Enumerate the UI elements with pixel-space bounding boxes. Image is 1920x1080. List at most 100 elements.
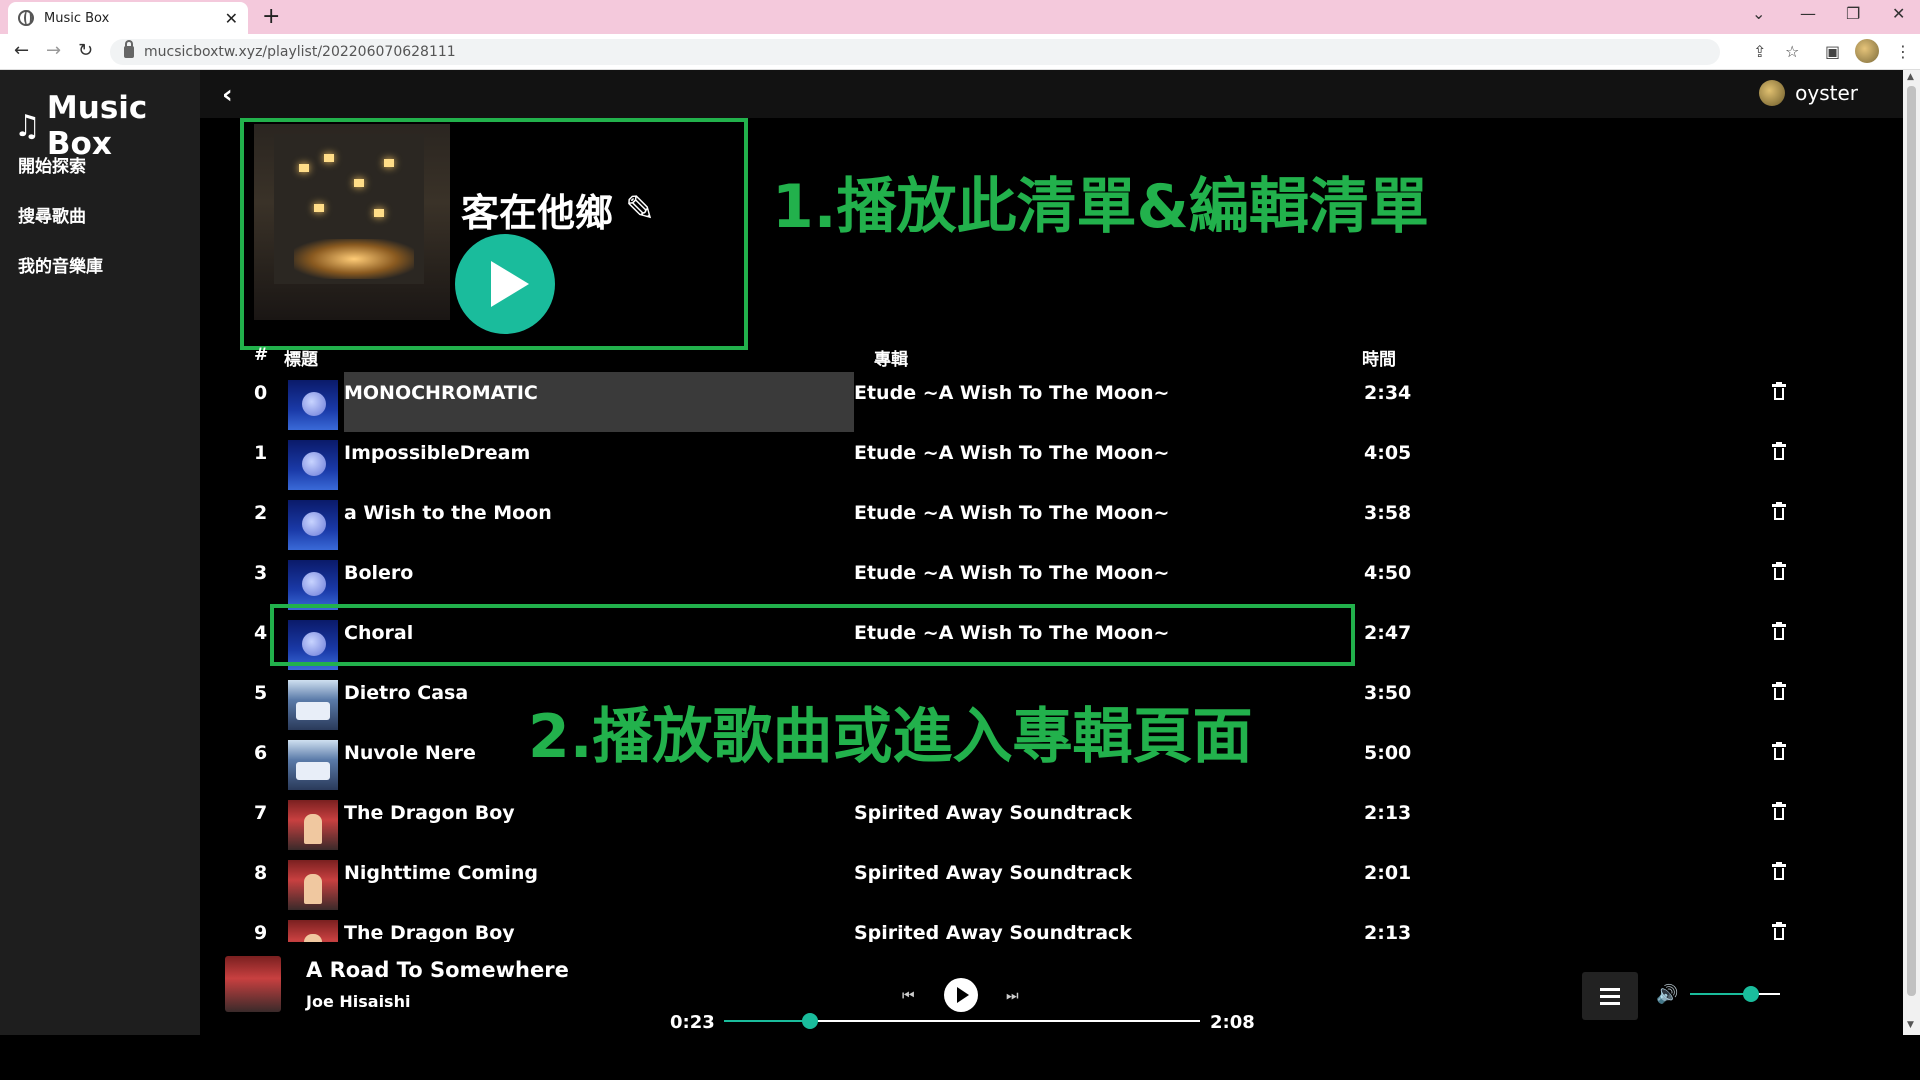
track-cover[interactable] (288, 860, 338, 910)
table-row[interactable]: 7 The Dragon Boy Spirited Away Soundtrack 2… (240, 792, 1800, 852)
trash-icon[interactable] (1772, 802, 1786, 820)
track-cover[interactable] (288, 740, 338, 790)
page-scrollbar[interactable]: ▲ ▼ (1903, 70, 1920, 1035)
reload-icon[interactable]: ↻ (78, 40, 93, 61)
now-playing-cover[interactable] (225, 956, 281, 1012)
back-arrow-icon[interactable]: ← (14, 40, 29, 61)
queue-list-button[interactable] (1582, 972, 1638, 1020)
table-row[interactable]: 2 a Wish to the Moon Etude ~A Wish To The … (240, 492, 1800, 552)
address-bar-row: ← → ↻ mucsicboxtw.xyz/playlist/202206070… (0, 34, 1920, 70)
track-album[interactable]: Spirited Away Soundtrack (854, 802, 1132, 824)
track-duration: 2:13 (1364, 922, 1412, 944)
track-index: 3 (254, 562, 268, 584)
scroll-down-arrow-icon[interactable]: ▼ (1907, 1020, 1914, 1030)
progress-knob[interactable] (801, 1013, 818, 1029)
scrollbar-thumb[interactable] (1907, 86, 1916, 996)
track-title[interactable]: The Dragon Boy (344, 922, 515, 944)
volume-fill (1690, 993, 1752, 995)
track-index: 1 (254, 442, 268, 464)
globe-icon (18, 10, 34, 26)
browser-tab[interactable]: Music Box ✕ (8, 2, 248, 34)
track-album[interactable]: Spirited Away Soundtrack (854, 922, 1132, 944)
user-menu[interactable]: oyster (1759, 80, 1858, 106)
sidebar-item-explore[interactable]: 開始探索 (18, 152, 86, 177)
bookmark-star-icon[interactable]: ☆ (1785, 42, 1799, 61)
track-title[interactable]: a Wish to the Moon (344, 502, 552, 524)
track-index: 9 (254, 922, 268, 944)
track-index: 6 (254, 742, 268, 764)
table-row[interactable]: 8 Nighttime Coming Spirited Away Soundtrac… (240, 852, 1800, 912)
restore-button[interactable]: ❐ (1846, 4, 1860, 23)
col-header-album: 專輯 (874, 350, 908, 370)
track-duration: 2:34 (1364, 382, 1412, 404)
track-cover[interactable] (288, 440, 338, 490)
tab-search-icon[interactable]: ⌄ (1752, 4, 1765, 23)
previous-track-icon[interactable]: ⏮ (902, 988, 915, 1004)
sidebar-item-library[interactable]: 我的音樂庫 (18, 252, 103, 277)
track-index: 5 (254, 682, 268, 704)
trash-icon[interactable] (1772, 562, 1786, 580)
table-row[interactable]: 3 Bolero Etude ~A Wish To The Moon~ 4:50 (240, 552, 1800, 612)
track-title[interactable]: Nuvole Nere (344, 742, 476, 764)
trash-icon[interactable] (1772, 862, 1786, 880)
table-row[interactable]: 0 MONOCHROMATIC Etude ~A Wish To The Moon~… (240, 372, 1800, 432)
now-playing-artist[interactable]: Joe Hisaishi (306, 992, 410, 1011)
trash-icon[interactable] (1772, 922, 1786, 940)
track-title[interactable]: Nighttime Coming (344, 862, 538, 884)
track-cover[interactable] (288, 800, 338, 850)
track-album[interactable]: Etude ~A Wish To The Moon~ (854, 502, 1169, 524)
col-header-time: 時間 (1362, 350, 1396, 370)
trash-icon[interactable] (1772, 682, 1786, 700)
trash-icon[interactable] (1772, 382, 1786, 400)
track-title[interactable]: MONOCHROMATIC (344, 382, 538, 404)
track-duration: 4:50 (1364, 562, 1412, 584)
col-header-index: # (254, 345, 269, 365)
url-bar[interactable]: mucsicboxtw.xyz/playlist/202206070628111 (110, 39, 1720, 65)
track-title[interactable]: Dietro Casa (344, 682, 468, 704)
back-chevron-icon[interactable]: ‹ (222, 80, 233, 110)
close-window-button[interactable]: ✕ (1892, 4, 1905, 23)
track-album[interactable]: Etude ~A Wish To The Moon~ (854, 442, 1169, 464)
track-title[interactable]: ImpossibleDream (344, 442, 530, 464)
track-title[interactable]: Bolero (344, 562, 413, 584)
annotation-label-2: 2.播放歌曲或進入專輯頁面 (528, 702, 1253, 772)
track-album[interactable]: Spirited Away Soundtrack (854, 862, 1132, 884)
tab-close-icon[interactable]: ✕ (225, 9, 238, 28)
sidebar: ♫ Music Box 開始探索 搜尋歌曲 我的音樂庫 (0, 70, 200, 1035)
trash-icon[interactable] (1772, 742, 1786, 760)
volume-slider[interactable] (1690, 986, 1780, 1002)
track-cover[interactable] (288, 500, 338, 550)
track-cover[interactable] (288, 560, 338, 610)
forward-arrow-icon[interactable]: → (46, 40, 61, 61)
bottom-strip (0, 1035, 1920, 1080)
track-index: 8 (254, 862, 268, 884)
volume-icon[interactable]: 🔊 (1656, 984, 1678, 1005)
list-icon (1600, 988, 1620, 991)
table-row[interactable]: 1 ImpossibleDream Etude ~A Wish To The Moo… (240, 432, 1800, 492)
next-track-icon[interactable]: ⏭ (1006, 988, 1019, 1004)
elapsed-time: 0:23 (670, 1012, 715, 1033)
trash-icon[interactable] (1772, 502, 1786, 520)
more-menu-icon[interactable]: ⋮ (1895, 42, 1911, 61)
browser-profile-avatar[interactable] (1855, 39, 1879, 63)
track-album[interactable]: Etude ~A Wish To The Moon~ (854, 562, 1169, 584)
trash-icon[interactable] (1772, 622, 1786, 640)
side-panel-icon[interactable]: ▣ (1825, 42, 1840, 61)
new-tab-button[interactable]: + (262, 4, 280, 29)
share-icon[interactable]: ⇪ (1753, 42, 1766, 61)
play-pause-button[interactable] (944, 978, 978, 1012)
now-playing-title[interactable]: A Road To Somewhere (306, 958, 569, 982)
track-album[interactable]: Etude ~A Wish To The Moon~ (854, 382, 1169, 404)
track-index: 2 (254, 502, 268, 524)
track-title[interactable]: The Dragon Boy (344, 802, 515, 824)
trash-icon[interactable] (1772, 442, 1786, 460)
track-cover[interactable] (288, 380, 338, 430)
browser-tab-bar: Music Box ✕ + ⌄ — ❐ ✕ (0, 0, 1920, 34)
minimize-button[interactable]: — (1800, 4, 1816, 23)
annotation-box-row (270, 604, 1355, 666)
track-cover[interactable] (288, 680, 338, 730)
track-index: 7 (254, 802, 268, 824)
progress-slider[interactable] (724, 1013, 1200, 1029)
scroll-up-arrow-icon[interactable]: ▲ (1907, 72, 1914, 82)
sidebar-item-search[interactable]: 搜尋歌曲 (18, 202, 86, 227)
